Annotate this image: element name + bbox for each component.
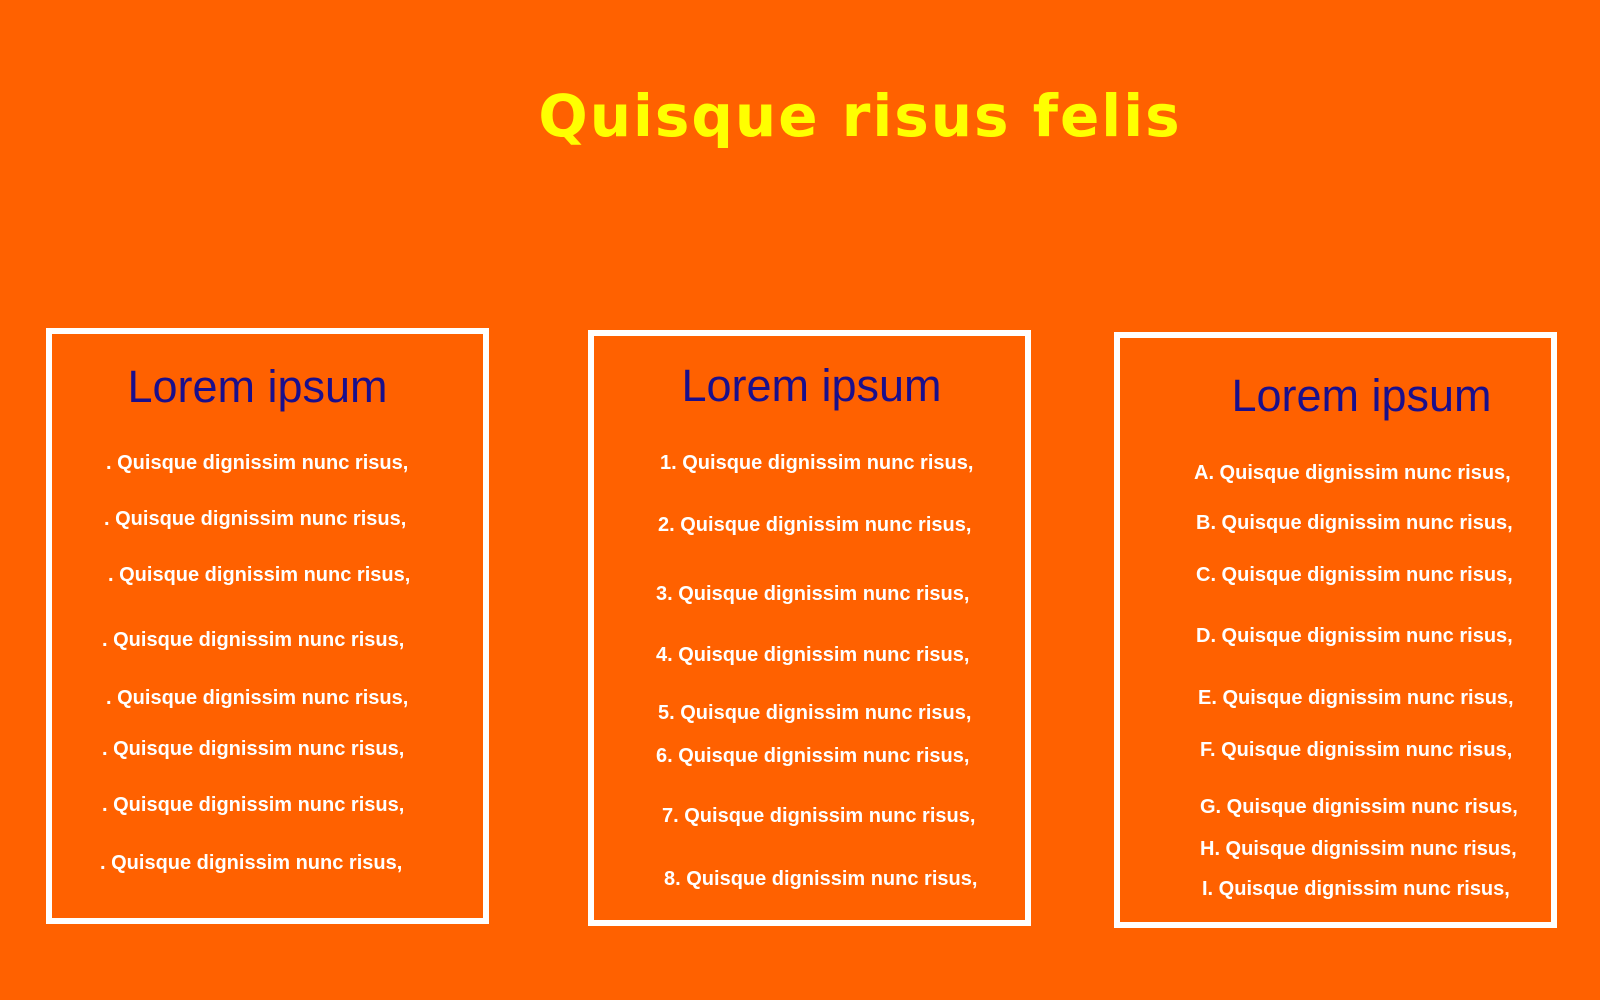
list-item: . Quisque dignissim nunc risus, (104, 508, 407, 530)
list-item: C. Quisque dignissim nunc risus, (1196, 564, 1513, 586)
list-item: 4. Quisque dignissim nunc risus, (656, 644, 970, 666)
list-item: 6. Quisque dignissim nunc risus, (656, 745, 970, 767)
box-heading: Lorem ipsum (681, 360, 942, 411)
content-box-1: Lorem ipsum . Quisque dignissim nunc ris… (46, 328, 489, 924)
list-item: 7. Quisque dignissim nunc risus, (662, 805, 976, 827)
list-item: F. Quisque dignissim nunc risus, (1200, 739, 1513, 761)
list-item: H. Quisque dignissim nunc risus, (1200, 838, 1517, 860)
list-item: . Quisque dignissim nunc risus, (102, 794, 405, 816)
list-item: I. Quisque dignissim nunc risus, (1202, 878, 1510, 900)
list-item: 5. Quisque dignissim nunc risus, (658, 702, 972, 724)
list-item: 8. Quisque dignissim nunc risus, (664, 868, 978, 890)
page-title: Quisque risus felis (538, 82, 1182, 150)
list-item: B. Quisque dignissim nunc risus, (1196, 512, 1513, 534)
content-box-3: Lorem ipsum A. Quisque dignissim nunc ri… (1114, 332, 1557, 928)
list-item: E. Quisque dignissim nunc risus, (1198, 687, 1514, 709)
list-item: . Quisque dignissim nunc risus, (108, 564, 411, 586)
list-item: . Quisque dignissim nunc risus, (106, 687, 409, 709)
list-item: 2. Quisque dignissim nunc risus, (658, 514, 972, 536)
box-heading: Lorem ipsum (127, 361, 388, 412)
list-item: . Quisque dignissim nunc risus, (102, 738, 405, 760)
list-item: A. Quisque dignissim nunc risus, (1194, 462, 1511, 484)
list-item: D. Quisque dignissim nunc risus, (1196, 625, 1513, 647)
list-item: . Quisque dignissim nunc risus, (100, 852, 403, 874)
content-box-2: Lorem ipsum 1. Quisque dignissim nunc ri… (588, 330, 1031, 926)
list-item: . Quisque dignissim nunc risus, (102, 629, 405, 651)
list-item: 1. Quisque dignissim nunc risus, (660, 452, 974, 474)
box-heading: Lorem ipsum (1231, 370, 1492, 421)
list-item: 3. Quisque dignissim nunc risus, (656, 583, 970, 605)
list-item: . Quisque dignissim nunc risus, (106, 452, 409, 474)
list-item: G. Quisque dignissim nunc risus, (1200, 796, 1518, 818)
